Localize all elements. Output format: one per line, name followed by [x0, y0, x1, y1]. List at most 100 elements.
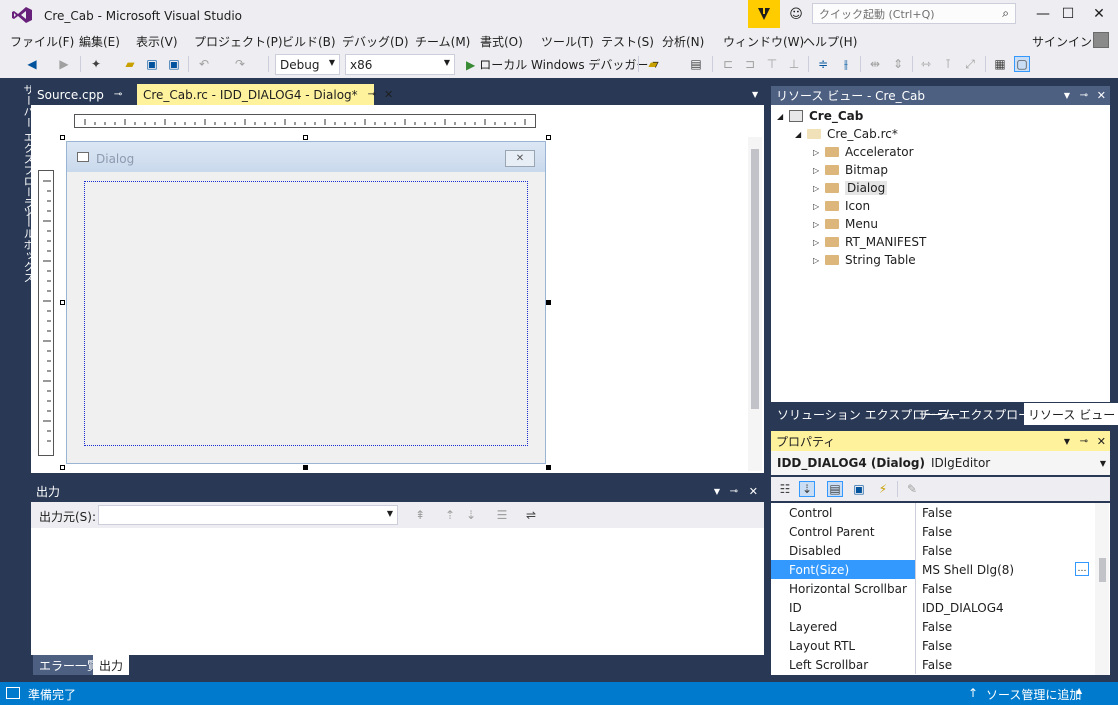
property-pages-icon[interactable]: ✎: [904, 481, 920, 497]
toggle-grid-icon[interactable]: ▦: [992, 56, 1008, 72]
property-grid-scrollbar[interactable]: [1095, 503, 1109, 675]
feedback-icon[interactable]: ☺: [786, 4, 806, 24]
undo-icon[interactable]: ↶: [196, 56, 212, 72]
menu-view[interactable]: 表示(V): [136, 33, 178, 50]
tab-overflow-icon[interactable]: ▼: [752, 90, 758, 99]
tree-item-project[interactable]: ◢ Cre_Cab: [777, 107, 863, 125]
collapsed-arrow-icon[interactable]: ▷: [813, 220, 825, 229]
property-row-left-scrollbar[interactable]: Left Scrollbar False: [771, 655, 1093, 674]
chevron-up-icon[interactable]: ▲: [1076, 686, 1082, 695]
property-value[interactable]: False: [916, 503, 1093, 522]
new-project-icon[interactable]: ✦: [88, 56, 104, 72]
scrollbar-thumb[interactable]: [1099, 558, 1106, 582]
tree-item-string-table[interactable]: ▷ String Table: [813, 251, 916, 269]
property-row-disabled[interactable]: Disabled False: [771, 541, 1093, 560]
property-row-font-size[interactable]: Font(Size) MS Shell Dlg(8) …: [771, 560, 1093, 579]
chevron-down-icon[interactable]: ▼: [1064, 91, 1070, 100]
close-tab-icon[interactable]: ✕: [384, 88, 393, 101]
resize-handle[interactable]: [546, 300, 551, 305]
save-all-icon[interactable]: ▣: [166, 56, 182, 72]
properties-object-select[interactable]: IDD_DIALOG4 (Dialog) IDlgEditor ▼: [771, 451, 1110, 475]
chevron-down-icon[interactable]: ▼: [714, 487, 720, 496]
dialog-client-area[interactable]: [84, 181, 528, 446]
property-row-horizontal-scrollbar[interactable]: Horizontal Scrollbar False: [771, 579, 1093, 598]
resize-handle[interactable]: [60, 300, 65, 305]
menu-analyze[interactable]: 分析(N): [662, 33, 704, 50]
tab-source-cpp[interactable]: Source.cpp ⊸: [31, 84, 135, 105]
ellipsis-button[interactable]: …: [1075, 562, 1089, 576]
forward-icon[interactable]: ▶: [56, 56, 72, 72]
output-text-area[interactable]: [31, 528, 764, 655]
align-bottom-icon[interactable]: ⊥: [786, 56, 802, 72]
open-file-icon[interactable]: ▰: [122, 56, 138, 72]
back-icon[interactable]: ◀: [24, 56, 40, 72]
menu-project[interactable]: プロジェクト(P): [194, 33, 283, 50]
pin-icon[interactable]: ⊸: [114, 89, 122, 100]
collapsed-arrow-icon[interactable]: ▷: [813, 166, 825, 175]
tree-item-bitmap[interactable]: ▷ Bitmap: [813, 161, 888, 179]
menu-help[interactable]: ヘルプ(H): [803, 33, 857, 50]
resize-handle[interactable]: [546, 465, 551, 470]
tree-item-menu[interactable]: ▷ Menu: [813, 215, 878, 233]
close-icon[interactable]: ✕: [1097, 435, 1106, 448]
editor-vertical-scrollbar[interactable]: [748, 137, 762, 471]
notification-flag-icon[interactable]: [748, 0, 780, 28]
collapsed-arrow-icon[interactable]: ▷: [813, 202, 825, 211]
resize-handle[interactable]: [546, 135, 551, 140]
expanded-arrow-icon[interactable]: ◢: [795, 130, 807, 139]
pin-icon[interactable]: ⊸: [1080, 436, 1088, 447]
align-left-icon[interactable]: ⊏: [720, 56, 736, 72]
property-row-layered[interactable]: Layered False: [771, 617, 1093, 636]
menu-edit[interactable]: 編集(E): [79, 33, 120, 50]
events-icon[interactable]: ⚡: [875, 481, 891, 497]
pin-icon[interactable]: ⊸: [730, 486, 738, 497]
space-across-icon[interactable]: ⇹: [867, 56, 883, 72]
quick-launch-input[interactable]: クイック起動 (Ctrl+Q) ⌕: [812, 3, 1016, 24]
tree-item-icon[interactable]: ▷ Icon: [813, 197, 870, 215]
collapsed-arrow-icon[interactable]: ▷: [813, 238, 825, 247]
align-center-icon[interactable]: ⊐: [742, 56, 758, 72]
scrollbar-thumb[interactable]: [751, 149, 759, 409]
resize-handle[interactable]: [60, 465, 65, 470]
property-value[interactable]: False: [916, 617, 1093, 636]
close-icon[interactable]: ✕: [749, 485, 758, 498]
signin-link[interactable]: サインイン: [1032, 33, 1092, 50]
resize-handle[interactable]: [60, 135, 65, 140]
alphabetical-icon[interactable]: ⇣: [799, 481, 815, 497]
property-value[interactable]: IDD_DIALOG4: [916, 598, 1093, 617]
property-value[interactable]: False: [916, 655, 1093, 674]
property-row-id[interactable]: ID IDD_DIALOG4: [771, 598, 1093, 617]
chevron-down-icon[interactable]: ▼: [1064, 437, 1070, 446]
output-source-select[interactable]: ▼: [98, 505, 398, 525]
toggle-guides-icon[interactable]: ▢: [1014, 56, 1030, 72]
resize-handle[interactable]: [303, 465, 308, 470]
tab-resource-view[interactable]: リソース ビュー: [1024, 403, 1118, 425]
find-message-icon[interactable]: ⇞: [412, 507, 428, 523]
pin-icon[interactable]: ⊸: [368, 89, 376, 100]
menu-file[interactable]: ファイル(F): [10, 33, 74, 50]
redo-icon[interactable]: ↷: [232, 56, 248, 72]
make-same-size-icon[interactable]: ⤢: [962, 56, 978, 72]
next-message-icon[interactable]: ⇣: [463, 507, 479, 523]
tab-cre-cab-rc-dialog[interactable]: Cre_Cab.rc - IDD_DIALOG4 - Dialog* ⊸ ✕: [137, 84, 393, 105]
align-top-icon[interactable]: ⊤: [764, 56, 780, 72]
add-to-source-control-button[interactable]: ソース管理に追加: [986, 686, 1081, 703]
menu-format[interactable]: 書式(O): [480, 33, 523, 50]
center-vertical-icon[interactable]: ≑: [815, 56, 831, 72]
platform-select[interactable]: x86 ▼: [345, 54, 455, 75]
find-in-files-icon[interactable]: ▰: [645, 56, 661, 72]
menu-window[interactable]: ウィンドウ(W): [723, 33, 804, 50]
menu-build[interactable]: ビルド(B): [282, 33, 336, 50]
account-avatar-icon[interactable]: [1093, 32, 1109, 48]
expanded-arrow-icon[interactable]: ◢: [777, 112, 789, 121]
pin-icon[interactable]: ⊸: [1080, 90, 1088, 101]
collapsed-arrow-icon[interactable]: ▷: [813, 148, 825, 157]
space-down-icon[interactable]: ⇕: [890, 56, 906, 72]
word-wrap-icon[interactable]: ⇌: [523, 507, 539, 523]
center-horizontal-icon[interactable]: ⫲: [838, 56, 854, 72]
close-button[interactable]: ✕: [1082, 0, 1116, 28]
property-row-layout-rtl[interactable]: Layout RTL False: [771, 636, 1093, 655]
comment-icon[interactable]: ▤: [688, 56, 704, 72]
tree-item-dialog[interactable]: ▷ Dialog: [813, 179, 888, 197]
property-value[interactable]: MS Shell Dlg(8): [916, 560, 1093, 579]
